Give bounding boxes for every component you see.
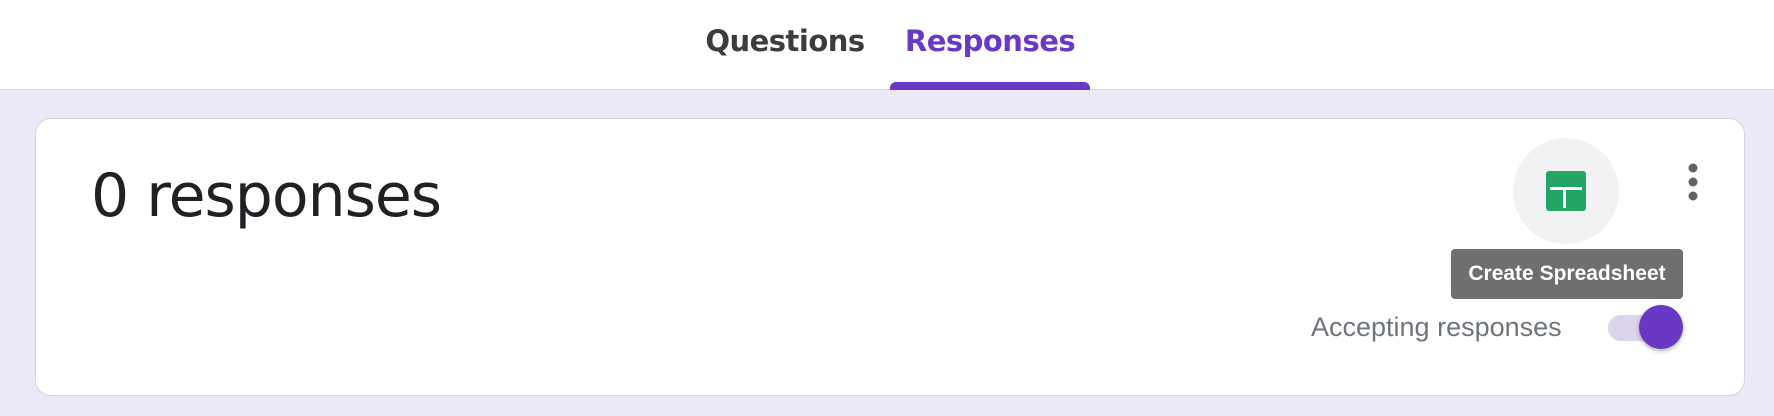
more-vert-icon xyxy=(1688,163,1698,201)
create-spreadsheet-button[interactable] xyxy=(1513,138,1619,244)
more-options-button[interactable] xyxy=(1673,152,1713,212)
tab-questions[interactable]: Questions xyxy=(700,0,870,89)
tab-bar: Questions Responses xyxy=(0,0,1774,90)
create-spreadsheet-tooltip: Create Spreadsheet xyxy=(1451,249,1683,299)
google-sheets-icon xyxy=(1546,171,1586,211)
response-count-title: 0 responses xyxy=(91,161,442,231)
toggle-thumb xyxy=(1639,305,1683,349)
accepting-responses-label: Accepting responses xyxy=(1311,312,1562,342)
responses-summary-card: 0 responses Create Spreadsheet Accepting… xyxy=(35,118,1745,396)
tab-responses[interactable]: Responses xyxy=(890,0,1090,89)
accepting-responses-toggle[interactable] xyxy=(1608,302,1688,352)
active-tab-indicator xyxy=(890,82,1090,90)
